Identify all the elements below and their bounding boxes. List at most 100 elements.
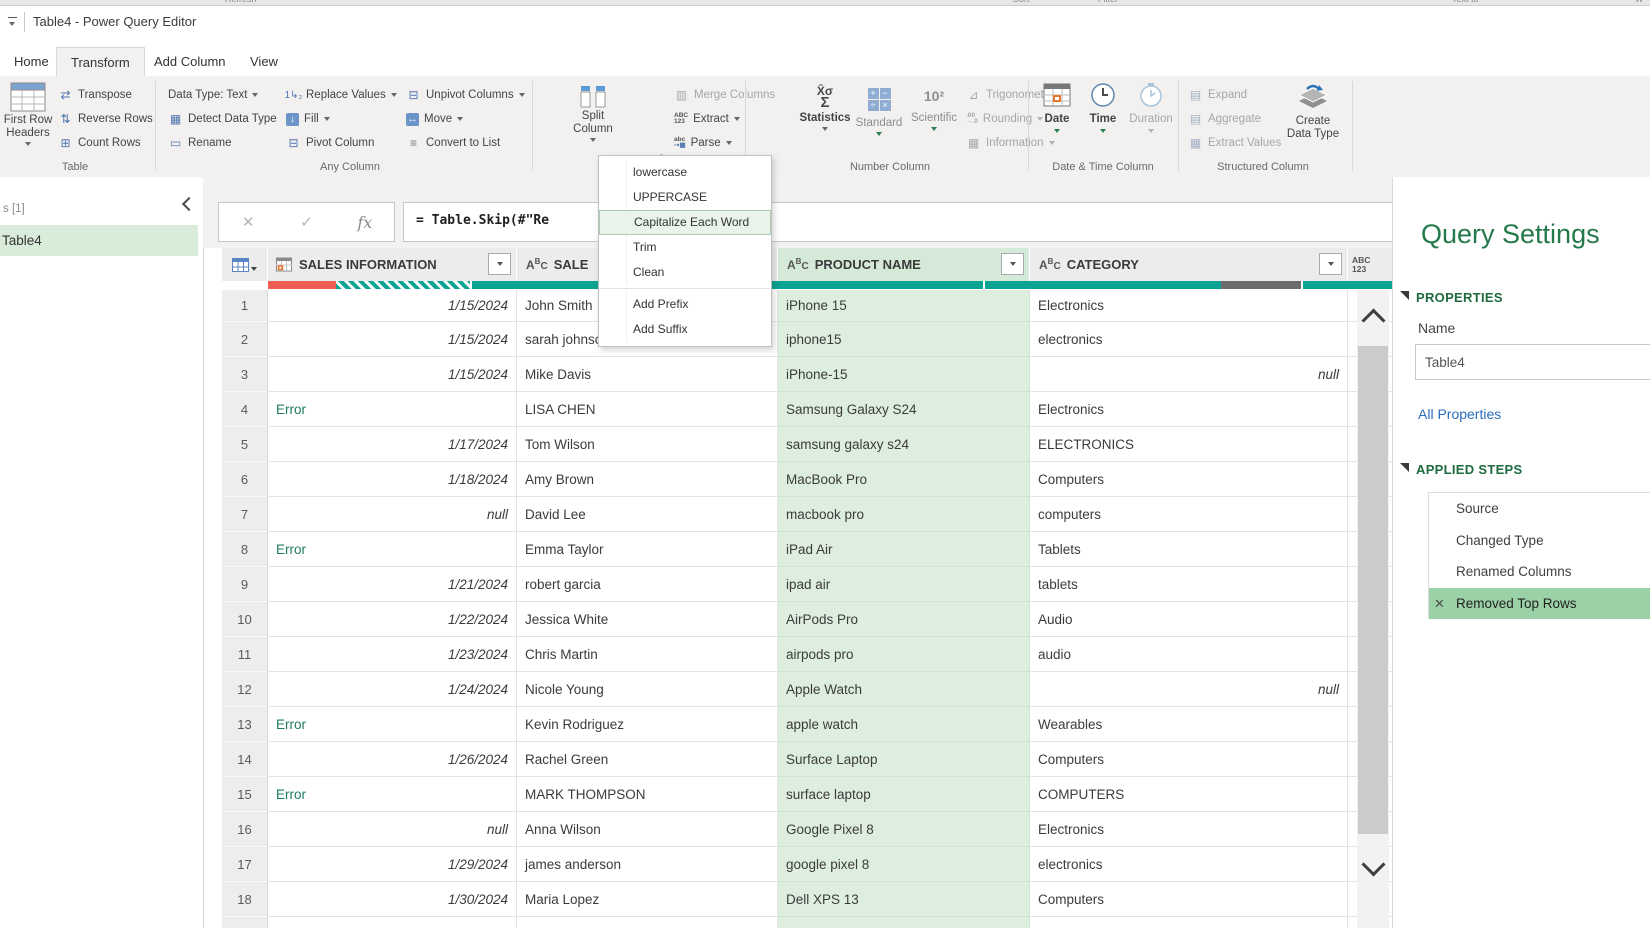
menu-item-lowercase[interactable]: lowercase [599,160,771,185]
merge-columns-button[interactable]: ▥Merge Columns [674,84,775,106]
cell-sales-information[interactable] [268,917,517,928]
cell-category[interactable]: Electronics [1030,812,1348,847]
cell-sales-information[interactable]: 1/26/2024 [268,742,517,777]
row-number[interactable]: 11 [222,637,268,672]
cell-category[interactable]: Electronics [1030,290,1348,322]
cell-salesperson[interactable]: Kevin Rodriguez [517,707,778,742]
row-number[interactable]: 17 [222,847,268,882]
tab-add-column[interactable]: Add Column [140,47,240,76]
row-number[interactable]: 7 [222,497,268,532]
cell-product-name[interactable]: iPad Air [778,532,1030,567]
cell-product-name[interactable] [778,917,1030,928]
cell-salesperson[interactable]: Amy Brown [517,462,778,497]
cell-salesperson[interactable]: Rachel Green [517,742,778,777]
replace-values-button[interactable]: 1↳₂Replace Values [286,84,397,106]
date-button[interactable]: Date [1036,82,1078,154]
column-header-category[interactable]: ABC CATEGORY [1030,248,1348,281]
aggregate-button[interactable]: ▤Aggregate [1188,108,1261,130]
cell-salesperson[interactable]: Mike Davis [517,357,778,392]
expand-button[interactable]: ▤Expand [1188,84,1247,106]
tab-home[interactable]: Home [0,47,63,76]
create-data-type-button[interactable]: Create Data Type [1283,82,1343,154]
delete-step-icon[interactable]: ✕ [1434,588,1445,620]
collapse-queries-pane-icon[interactable] [182,197,196,211]
cell-sales-information[interactable]: 1/23/2024 [268,637,517,672]
row-number[interactable]: 1 [222,290,268,322]
row-number[interactable]: 16 [222,812,268,847]
cell-sales-information[interactable]: Error [268,777,517,812]
menu-item-add-prefix[interactable]: Add Prefix [599,292,771,317]
query-name-input[interactable] [1415,344,1650,380]
cell-product-name[interactable]: iphone15 [778,322,1030,357]
cell-category[interactable]: computers [1030,497,1348,532]
cell-product-name[interactable]: MacBook Pro [778,462,1030,497]
scroll-down-icon[interactable] [1361,852,1385,876]
extract-values-button[interactable]: ▦Extract Values [1188,132,1281,154]
properties-collapse-icon[interactable] [1400,291,1409,300]
cell-product-name[interactable]: google pixel 8 [778,847,1030,882]
query-list-item[interactable]: Table4 [0,225,198,256]
product-name-filter-button[interactable] [1001,253,1024,275]
menu-item-clean[interactable]: Clean [599,260,771,285]
cell-product-name[interactable]: Samsung Galaxy S24 [778,392,1030,427]
fill-button[interactable]: ↓Fill [286,108,330,130]
cell-product-name[interactable]: surface laptop [778,777,1030,812]
cell-sales-information[interactable]: Error [268,532,517,567]
commit-formula-icon[interactable]: ✓ [277,213,335,231]
cell-salesperson[interactable]: robert garcia [517,567,778,602]
row-number[interactable]: 12 [222,672,268,707]
row-number[interactable]: 3 [222,357,268,392]
cell-sales-information[interactable]: 1/24/2024 [268,672,517,707]
row-number[interactable]: 15 [222,777,268,812]
transpose-button[interactable]: ⇄Transpose [58,84,132,106]
cell-product-name[interactable]: ipad air [778,567,1030,602]
statistics-button[interactable]: X̄σΣ Statistics [800,82,850,154]
cell-category[interactable]: Audio [1030,602,1348,637]
fx-icon[interactable]: fx [336,213,394,232]
applied-step-changed-type[interactable]: Changed Type [1429,525,1650,557]
cell-product-name[interactable]: Google Pixel 8 [778,812,1030,847]
scrollbar-thumb[interactable] [1358,346,1388,834]
quick-access-dropdown-icon[interactable] [7,16,19,28]
cell-sales-information[interactable]: 1/15/2024 [268,322,517,357]
row-number[interactable]: 14 [222,742,268,777]
cell-category[interactable]: COMPUTERS [1030,777,1348,812]
split-column-button[interactable]: Split Column [566,82,620,154]
cell-sales-information[interactable]: null [268,812,517,847]
applied-step-removed-top-rows[interactable]: ✕Removed Top Rows [1429,588,1650,620]
cell-salesperson[interactable]: David Lee [517,497,778,532]
cell-product-name[interactable]: Dell XPS 13 [778,882,1030,917]
extract-button[interactable]: ABC123Extract [674,108,740,130]
first-row-headers-button[interactable]: First Row Headers [2,82,54,154]
column-header-sales-information[interactable]: SALES INFORMATION [268,248,517,281]
row-number[interactable]: 18 [222,882,268,917]
cell-salesperson[interactable]: Jessica White [517,602,778,637]
all-properties-link[interactable]: All Properties [1418,406,1501,422]
row-number[interactable]: 13 [222,707,268,742]
cell-salesperson[interactable]: Emma Taylor [517,532,778,567]
row-number[interactable]: 2 [222,322,268,357]
cell-category[interactable]: electronics [1030,847,1348,882]
menu-item-trim[interactable]: Trim [599,235,771,260]
cell-category[interactable]: audio [1030,637,1348,672]
cell-sales-information[interactable]: 1/30/2024 [268,882,517,917]
scroll-up-icon[interactable] [1361,308,1385,332]
cell-sales-information[interactable]: 1/18/2024 [268,462,517,497]
cell-salesperson[interactable]: MARK THOMPSON [517,777,778,812]
cell-product-name[interactable]: Surface Laptop [778,742,1030,777]
cell-salesperson[interactable]: Chris Martin [517,637,778,672]
tab-view[interactable]: View [236,47,292,76]
row-number[interactable] [222,917,268,928]
cell-category[interactable] [1030,917,1348,928]
cell-sales-information[interactable]: 1/29/2024 [268,847,517,882]
column-header-product-name[interactable]: ABC PRODUCT NAME [778,248,1030,281]
duration-button[interactable]: Duration [1126,82,1176,154]
cell-product-name[interactable]: samsung galaxy s24 [778,427,1030,462]
cell-sales-information[interactable]: 1/17/2024 [268,427,517,462]
parse-button[interactable]: abc⇢▦Parse [674,132,732,154]
cell-product-name[interactable]: iPhone 15 [778,290,1030,322]
category-filter-button[interactable] [1319,253,1342,275]
cell-category[interactable]: ELECTRONICS [1030,427,1348,462]
scientific-button[interactable]: 10² Scientific [908,82,960,154]
count-rows-button[interactable]: ⊞Count Rows [58,132,141,154]
